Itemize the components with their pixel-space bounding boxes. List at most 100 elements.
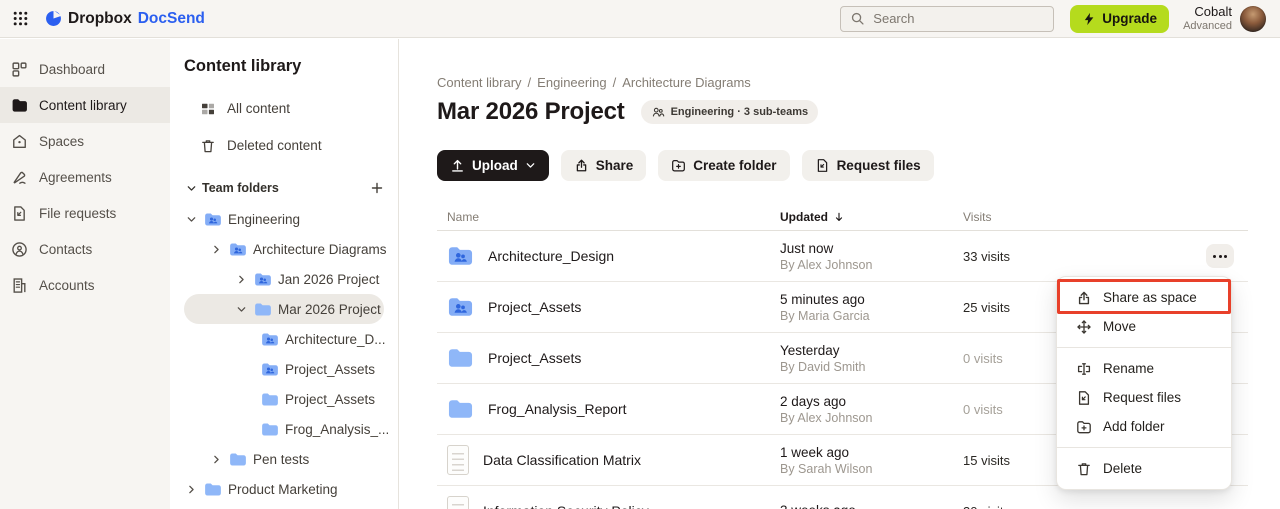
folder-icon [261, 392, 279, 407]
table-row[interactable]: Architecture_Design Just now By Alex Joh… [437, 231, 1248, 282]
sidebar-item-label: Dashboard [39, 62, 105, 77]
sidebar-item-label: Spaces [39, 134, 84, 149]
sidebar-item-spaces[interactable]: Spaces [0, 123, 170, 159]
team-badge[interactable]: Engineering · 3 sub-teams [641, 100, 819, 124]
share-button[interactable]: Share [561, 150, 647, 181]
table-header: Name Updated Visits [437, 204, 1248, 231]
ellipsis-icon [1213, 255, 1216, 258]
menu-item-delete[interactable]: Delete [1057, 454, 1231, 483]
chevron-down-icon [186, 214, 197, 225]
updated-by: By Maria Garcia [780, 309, 963, 323]
create-folder-button[interactable]: Create folder [658, 150, 789, 181]
library-item-deleted-content[interactable]: Deleted content [170, 127, 398, 164]
add-folder-icon [1076, 419, 1092, 435]
column-header-name[interactable]: Name [437, 210, 780, 224]
share-icon [1076, 290, 1092, 306]
folder-icon [254, 302, 272, 317]
context-menu: Share as space Move Rename Request files… [1056, 276, 1232, 490]
rename-icon [1076, 361, 1092, 377]
shared-folder-icon [261, 332, 279, 347]
tree-item-engineering[interactable]: Engineering [170, 204, 398, 234]
library-item-all-content[interactable]: All content [170, 90, 398, 127]
menu-item-move[interactable]: Move [1057, 312, 1231, 341]
chevron-right-icon [186, 484, 197, 495]
sidebar-item-accounts[interactable]: Accounts [0, 267, 170, 303]
tree-item-label: Product Marketing [228, 482, 338, 497]
item-name[interactable]: Frog_Analysis_Report [488, 401, 627, 417]
tree-item-frog-analysis[interactable]: Frog_Analysis_... [170, 414, 398, 444]
avatar[interactable] [1240, 6, 1266, 32]
tree-item-pen-tests[interactable]: Pen tests [170, 444, 398, 474]
column-header-updated-label: Updated [780, 210, 828, 224]
menu-item-share-as-space[interactable]: Share as space [1057, 283, 1231, 312]
agreements-icon [11, 169, 28, 186]
menu-item-add-folder[interactable]: Add folder [1057, 412, 1231, 441]
document-icon [447, 445, 469, 475]
upgrade-button[interactable]: Upgrade [1070, 5, 1169, 33]
item-name[interactable]: Project_Assets [488, 299, 581, 315]
accounts-icon [11, 277, 28, 294]
shared-folder-icon [447, 245, 474, 267]
request-files-button[interactable]: Request files [802, 150, 934, 181]
request-files-icon [1076, 390, 1092, 406]
tree-item-architecture-d[interactable]: Architecture_D... [170, 324, 398, 354]
tree-item-label: Architecture Diagrams [253, 242, 387, 257]
sidebar-item-dashboard[interactable]: Dashboard [0, 51, 170, 87]
sidebar-item-content-library[interactable]: Content library [0, 87, 170, 123]
topbar: Dropbox DocSend Upgrade Cobalt Advanced [0, 0, 1280, 38]
search-input[interactable] [873, 11, 1044, 26]
item-name[interactable]: Data Classification Matrix [483, 452, 641, 468]
brand-logo[interactable]: Dropbox DocSend [45, 10, 205, 28]
breadcrumb-item[interactable]: Content library [437, 75, 522, 90]
sidebar: Dashboard Content library Spaces Agreeme… [0, 39, 170, 509]
chevron-down-icon [186, 183, 197, 194]
file-requests-icon [11, 205, 28, 222]
folder-icon [447, 347, 474, 369]
menu-item-label: Move [1103, 319, 1136, 334]
user-plan-badge: Advanced [1183, 20, 1232, 33]
folder-icon [204, 482, 222, 497]
search-box[interactable] [840, 6, 1054, 32]
tree-item-mar-2026-project[interactable]: Mar 2026 Project [184, 294, 384, 324]
request-files-label: Request files [837, 158, 921, 173]
item-name[interactable]: Information Security Policy [483, 503, 649, 509]
item-name[interactable]: Architecture_Design [488, 248, 614, 264]
page-title: Mar 2026 Project [437, 98, 625, 126]
shared-folder-icon [229, 242, 247, 257]
chevron-right-icon [211, 244, 222, 255]
updated-time: Yesterday [780, 343, 963, 358]
item-name[interactable]: Project_Assets [488, 350, 581, 366]
create-folder-icon [671, 158, 686, 173]
updated-by: By David Smith [780, 360, 963, 374]
tree-item-label: Project_Assets [285, 392, 375, 407]
visits-count: 33 visits [963, 249, 1206, 264]
upload-button[interactable]: Upload [437, 150, 549, 181]
app-launcher-button[interactable] [10, 9, 30, 29]
folder-icon [11, 97, 28, 114]
tree-item-product-marketing[interactable]: Product Marketing [170, 474, 398, 504]
row-actions-button[interactable] [1206, 244, 1234, 268]
breadcrumb-item[interactable]: Engineering [537, 75, 606, 90]
user-name: Cobalt [1183, 4, 1232, 20]
tree-item-label: Architecture_D... [285, 332, 386, 347]
team-folders-section[interactable]: Team folders [170, 176, 398, 200]
column-header-visits[interactable]: Visits [963, 210, 1206, 224]
tree-item-architecture-diagrams[interactable]: Architecture Diagrams [170, 234, 398, 264]
updated-time: 3 weeks ago [780, 503, 963, 509]
sidebar-item-agreements[interactable]: Agreements [0, 159, 170, 195]
menu-item-request-files[interactable]: Request files [1057, 383, 1231, 412]
sidebar-item-contacts[interactable]: Contacts [0, 231, 170, 267]
create-folder-label: Create folder [693, 158, 776, 173]
add-team-folder-button[interactable] [370, 181, 384, 195]
menu-item-rename[interactable]: Rename [1057, 354, 1231, 383]
tree-item-project-assets-shared[interactable]: Project_Assets [170, 354, 398, 384]
breadcrumb-item[interactable]: Architecture Diagrams [622, 75, 751, 90]
tree-item-jan-2026-project[interactable]: Jan 2026 Project [170, 264, 398, 294]
contacts-icon [11, 241, 28, 258]
tree-item-label: Jan 2026 Project [278, 272, 379, 287]
column-header-updated[interactable]: Updated [780, 210, 963, 224]
move-icon [1076, 319, 1092, 335]
sidebar-item-file-requests[interactable]: File requests [0, 195, 170, 231]
tree-item-project-assets[interactable]: Project_Assets [170, 384, 398, 414]
updated-by: By Sarah Wilson [780, 462, 963, 476]
